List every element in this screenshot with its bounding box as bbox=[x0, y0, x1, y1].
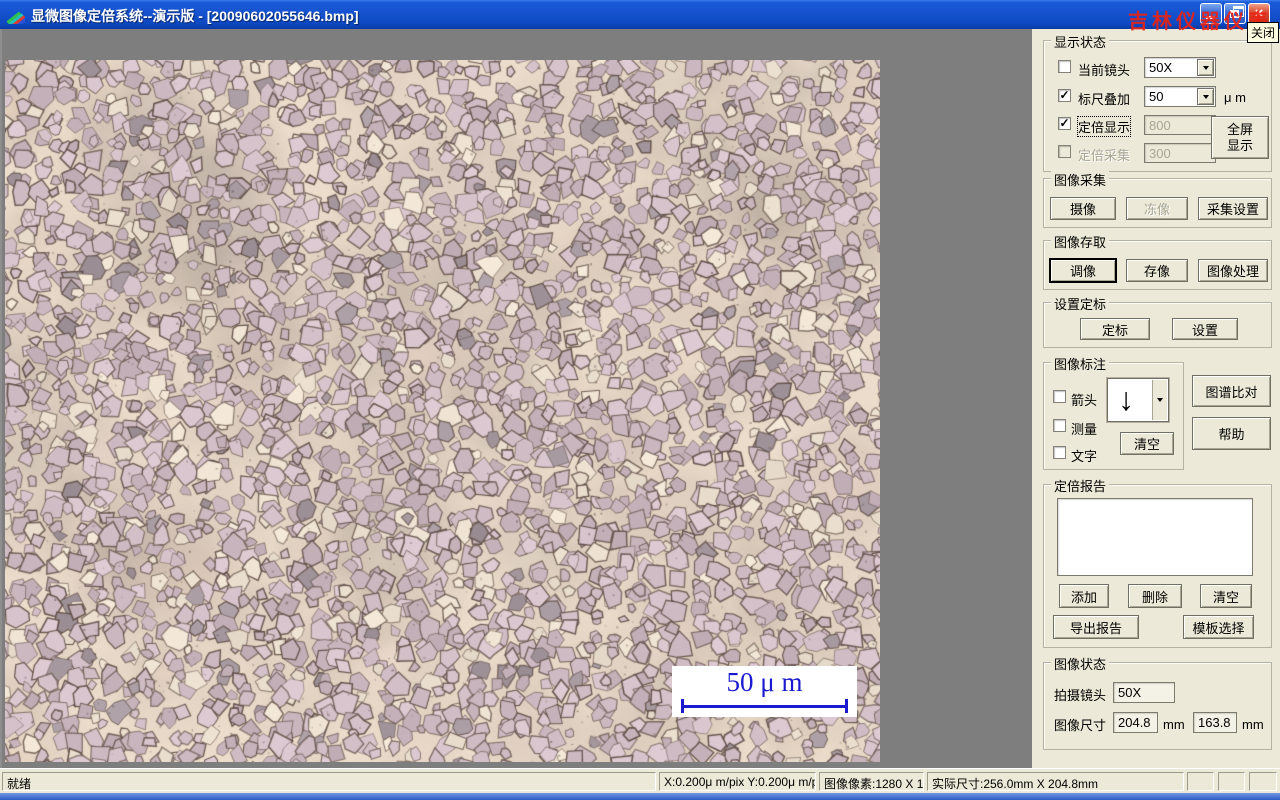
status-ready: 就绪 bbox=[2, 772, 656, 791]
scale-bar-line bbox=[681, 705, 848, 708]
scale-bar-tick-right bbox=[845, 699, 848, 713]
checkbox-measure[interactable] bbox=[1053, 419, 1066, 432]
checkbox-current-lens[interactable] bbox=[1058, 60, 1071, 73]
control-panel: 显示状态 当前镜头 50X 标尺叠加 50 μ m 定倍显示 800 定倍采集 … bbox=[1032, 29, 1280, 768]
checkbox-fixed-mag-capture-label: 定倍采集 bbox=[1078, 148, 1131, 163]
checkbox-scale-overlay[interactable] bbox=[1058, 89, 1071, 102]
checkbox-current-lens-label: 当前镜头 bbox=[1078, 63, 1131, 78]
group-calibration: 设置定标 定标 设置 bbox=[1043, 294, 1272, 348]
dropdown-arrow-icon[interactable] bbox=[1197, 59, 1214, 76]
status-image-pixels: 图像像素:1280 X 1024 bbox=[819, 772, 924, 791]
current-lens-combo[interactable]: 50X bbox=[1144, 57, 1216, 78]
dropdown-arrow-icon[interactable] bbox=[1197, 88, 1214, 105]
micrograph-image bbox=[5, 60, 880, 762]
group-image-status-title: 图像状态 bbox=[1051, 654, 1110, 673]
capture-settings-button[interactable]: 采集设置 bbox=[1198, 197, 1268, 220]
image-width-field: 204.8 bbox=[1113, 712, 1158, 733]
checkbox-fixed-mag-display[interactable] bbox=[1058, 117, 1071, 130]
window-title: 显微图像定倍系统--演示版 - [20090602055646.bmp] bbox=[31, 8, 359, 24]
image-viewport bbox=[0, 29, 1032, 768]
save-image-button[interactable]: 存像 bbox=[1126, 259, 1188, 282]
scale-bar-label: 50 μ m bbox=[726, 667, 803, 697]
fullscreen-button-line1: 全屏 bbox=[1226, 121, 1253, 137]
scale-value: 50 bbox=[1149, 89, 1164, 104]
group-annotation: 图像标注 箭头 测量 文字 ↓ 清空 bbox=[1043, 354, 1184, 470]
group-image-capture-title: 图像采集 bbox=[1051, 170, 1110, 189]
group-image-storage: 图像存取 调像 存像 图像处理 bbox=[1043, 232, 1272, 290]
checkbox-fixed-mag-capture bbox=[1058, 145, 1071, 158]
annotation-clear-button[interactable]: 清空 bbox=[1120, 432, 1174, 455]
fullscreen-button[interactable]: 全屏 显示 bbox=[1211, 116, 1269, 159]
calibrate-button[interactable]: 定标 bbox=[1080, 318, 1150, 340]
window-bottom-border bbox=[0, 793, 1280, 800]
status-actual-size: 实际尺寸:256.0mm X 204.8mm bbox=[927, 772, 1184, 791]
group-report-title: 定倍报告 bbox=[1051, 476, 1110, 495]
group-report: 定倍报告 添加 删除 清空 导出报告 模板选择 bbox=[1043, 476, 1272, 648]
atlas-compare-button[interactable]: 图谱比对 bbox=[1192, 375, 1271, 407]
freeze-button: 冻像 bbox=[1126, 197, 1188, 220]
status-bar: 就绪 X:0.200μ m/pix Y:0.200μ m/pix 图像像素:12… bbox=[0, 768, 1280, 793]
capture-button[interactable]: 摄像 bbox=[1050, 197, 1116, 220]
fixed-mag-capture-field: 300 bbox=[1144, 143, 1216, 163]
scale-value-combo[interactable]: 50 bbox=[1144, 86, 1216, 107]
report-listbox[interactable] bbox=[1057, 498, 1253, 576]
image-width-unit: mm bbox=[1163, 717, 1185, 732]
report-clear-button[interactable]: 清空 bbox=[1200, 584, 1252, 608]
fullscreen-button-line2: 显示 bbox=[1226, 137, 1253, 153]
status-spare-3 bbox=[1249, 772, 1277, 791]
status-spare-2 bbox=[1218, 772, 1245, 791]
group-display-status-title: 显示状态 bbox=[1051, 32, 1110, 51]
status-resolution: X:0.200μ m/pix Y:0.200μ m/pix bbox=[659, 772, 816, 791]
image-processing-button[interactable]: 图像处理 bbox=[1198, 259, 1268, 282]
group-annotation-title: 图像标注 bbox=[1051, 354, 1110, 373]
down-arrow-icon: ↓ bbox=[1118, 381, 1134, 417]
export-report-button[interactable]: 导出报告 bbox=[1053, 615, 1139, 639]
checkbox-text[interactable] bbox=[1053, 446, 1066, 459]
checkbox-arrow[interactable] bbox=[1053, 390, 1066, 403]
title-bar: 显微图像定倍系统--演示版 - [20090602055646.bmp] × 吉… bbox=[0, 0, 1280, 43]
checkbox-fixed-mag-display-label: 定倍显示 bbox=[1076, 116, 1132, 137]
report-add-button[interactable]: 添加 bbox=[1059, 584, 1109, 608]
help-button[interactable]: 帮助 bbox=[1192, 417, 1271, 450]
image-height-unit: mm bbox=[1242, 717, 1264, 732]
dropdown-arrow-icon[interactable] bbox=[1152, 380, 1167, 420]
template-select-button[interactable]: 模板选择 bbox=[1183, 615, 1254, 639]
shooting-lens-field: 50X bbox=[1113, 682, 1175, 703]
group-display-status: 显示状态 当前镜头 50X 标尺叠加 50 μ m 定倍显示 800 定倍采集 … bbox=[1043, 32, 1272, 172]
status-spare-1 bbox=[1187, 772, 1214, 791]
fixed-mag-display-field: 800 bbox=[1144, 115, 1216, 135]
app-window: 显微图像定倍系统--演示版 - [20090602055646.bmp] × 吉… bbox=[0, 0, 1280, 800]
report-delete-button[interactable]: 删除 bbox=[1128, 584, 1182, 608]
app-brush-icon bbox=[6, 11, 25, 24]
group-image-storage-title: 图像存取 bbox=[1051, 232, 1110, 251]
checkbox-measure-label: 测量 bbox=[1071, 422, 1098, 437]
group-image-capture: 图像采集 摄像 冻像 采集设置 bbox=[1043, 170, 1272, 228]
group-calibration-title: 设置定标 bbox=[1051, 294, 1110, 313]
settings-button[interactable]: 设置 bbox=[1172, 318, 1238, 340]
scale-bar-overlay: 50 μ m bbox=[672, 666, 857, 717]
arrow-style-combo[interactable]: ↓ bbox=[1107, 378, 1169, 422]
checkbox-scale-overlay-label: 标尺叠加 bbox=[1078, 92, 1131, 107]
scale-unit-label: μ m bbox=[1224, 90, 1246, 105]
checkbox-text-label: 文字 bbox=[1071, 449, 1098, 464]
close-tooltip: 关闭 bbox=[1246, 22, 1279, 43]
image-height-field: 163.8 bbox=[1193, 712, 1237, 733]
image-size-label: 图像尺寸 bbox=[1054, 718, 1107, 733]
load-image-button[interactable]: 调像 bbox=[1050, 259, 1116, 282]
current-lens-value: 50X bbox=[1149, 60, 1173, 75]
shooting-lens-label: 拍摄镜头 bbox=[1054, 688, 1107, 703]
checkbox-arrow-label: 箭头 bbox=[1071, 393, 1098, 408]
group-image-status: 图像状态 拍摄镜头 50X 图像尺寸 204.8 mm 163.8 mm bbox=[1043, 654, 1272, 750]
